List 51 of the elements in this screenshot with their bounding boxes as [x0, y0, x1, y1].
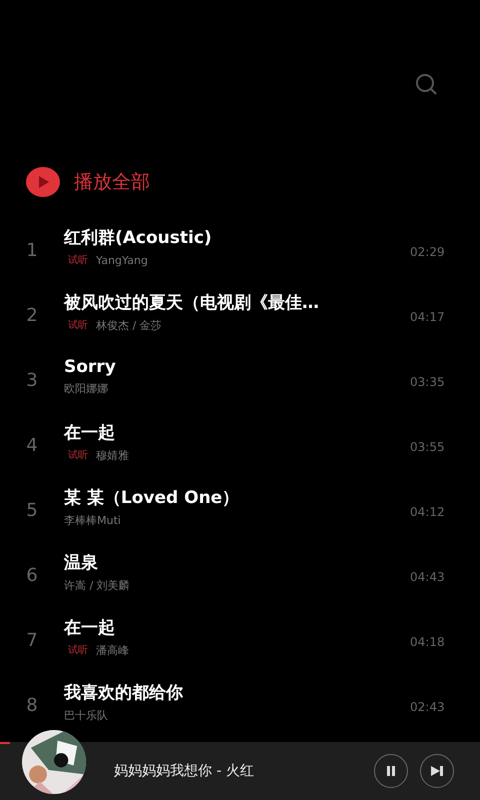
- track-number: 7: [26, 629, 38, 651]
- play-all-button[interactable]: 播放全部: [0, 150, 150, 214]
- track-number: 6: [26, 564, 38, 586]
- artist-name: 欧阳娜娜: [64, 381, 108, 396]
- song-duration: 04:17: [410, 308, 445, 324]
- song-duration: 04:43: [410, 568, 445, 584]
- skip-next-icon: [430, 765, 444, 777]
- preview-tag: 试听: [64, 253, 88, 267]
- song-title: 被风吹过的夏天（电视剧《最佳…: [64, 292, 319, 314]
- pause-button[interactable]: [374, 754, 408, 788]
- preview-tag: 试听: [64, 643, 88, 657]
- next-button[interactable]: [420, 754, 454, 788]
- artist-name: YangYang: [96, 254, 148, 266]
- song-row[interactable]: 8 我喜欢的都给你 巴十乐队 02:43: [0, 669, 480, 734]
- song-title: 红利群(Acoustic): [64, 227, 212, 249]
- track-number: 2: [26, 304, 38, 326]
- track-number: 4: [26, 434, 38, 456]
- song-duration: 03:55: [410, 438, 445, 454]
- artist-name: 许嵩 / 刘美麟: [64, 578, 130, 592]
- song-duration: 03:35: [410, 374, 445, 388]
- play-icon: [26, 167, 60, 197]
- artist-name: 潘高峰: [96, 642, 129, 658]
- song-duration: 02:43: [410, 698, 445, 714]
- song-row[interactable]: 2 被风吹过的夏天（电视剧《最佳… 试听 林俊杰 / 金莎 04:17: [0, 279, 480, 344]
- artist-name: 林俊杰 / 金莎: [96, 318, 162, 332]
- song-duration: 04:18: [410, 634, 445, 648]
- song-duration: 04:12: [410, 504, 445, 518]
- preview-tag: 试听: [64, 448, 88, 462]
- song-title: 我喜欢的都给你: [64, 682, 183, 704]
- song-title: 在一起: [64, 422, 115, 444]
- track-number: 8: [26, 694, 38, 716]
- song-row[interactable]: 5 某 某（Loved One） 李棒棒Muti 04:12: [0, 474, 480, 539]
- song-title: 在一起: [64, 616, 115, 638]
- artist-name: 穆婧雅: [96, 448, 129, 462]
- track-number: 1: [26, 239, 38, 261]
- song-title: 温泉: [64, 552, 98, 574]
- preview-tag: 试听: [64, 318, 88, 332]
- song-row[interactable]: 1 红利群(Acoustic) 试听 YangYang 02:29: [0, 214, 480, 279]
- pause-icon: [385, 765, 397, 777]
- song-title: Sorry: [64, 357, 116, 377]
- artist-name: 巴十乐队: [64, 708, 108, 722]
- song-row[interactable]: 6 温泉 许嵩 / 刘美麟 04:43: [0, 539, 480, 604]
- song-duration: 02:29: [410, 244, 445, 258]
- track-number: 5: [26, 499, 38, 521]
- song-row[interactable]: 4 在一起 试听 穆婧雅 03:55: [0, 409, 480, 474]
- track-number: 3: [26, 369, 38, 391]
- song-title: 某 某（Loved One）: [64, 486, 240, 508]
- song-row[interactable]: 3 Sorry 欧阳娜娜 03:35: [0, 344, 480, 409]
- artist-name: 李棒棒Muti: [64, 512, 121, 528]
- song-row[interactable]: 7 在一起 试听 潘高峰 04:18: [0, 604, 480, 669]
- now-playing-title: 妈妈妈妈我想你 - 火红: [114, 762, 255, 780]
